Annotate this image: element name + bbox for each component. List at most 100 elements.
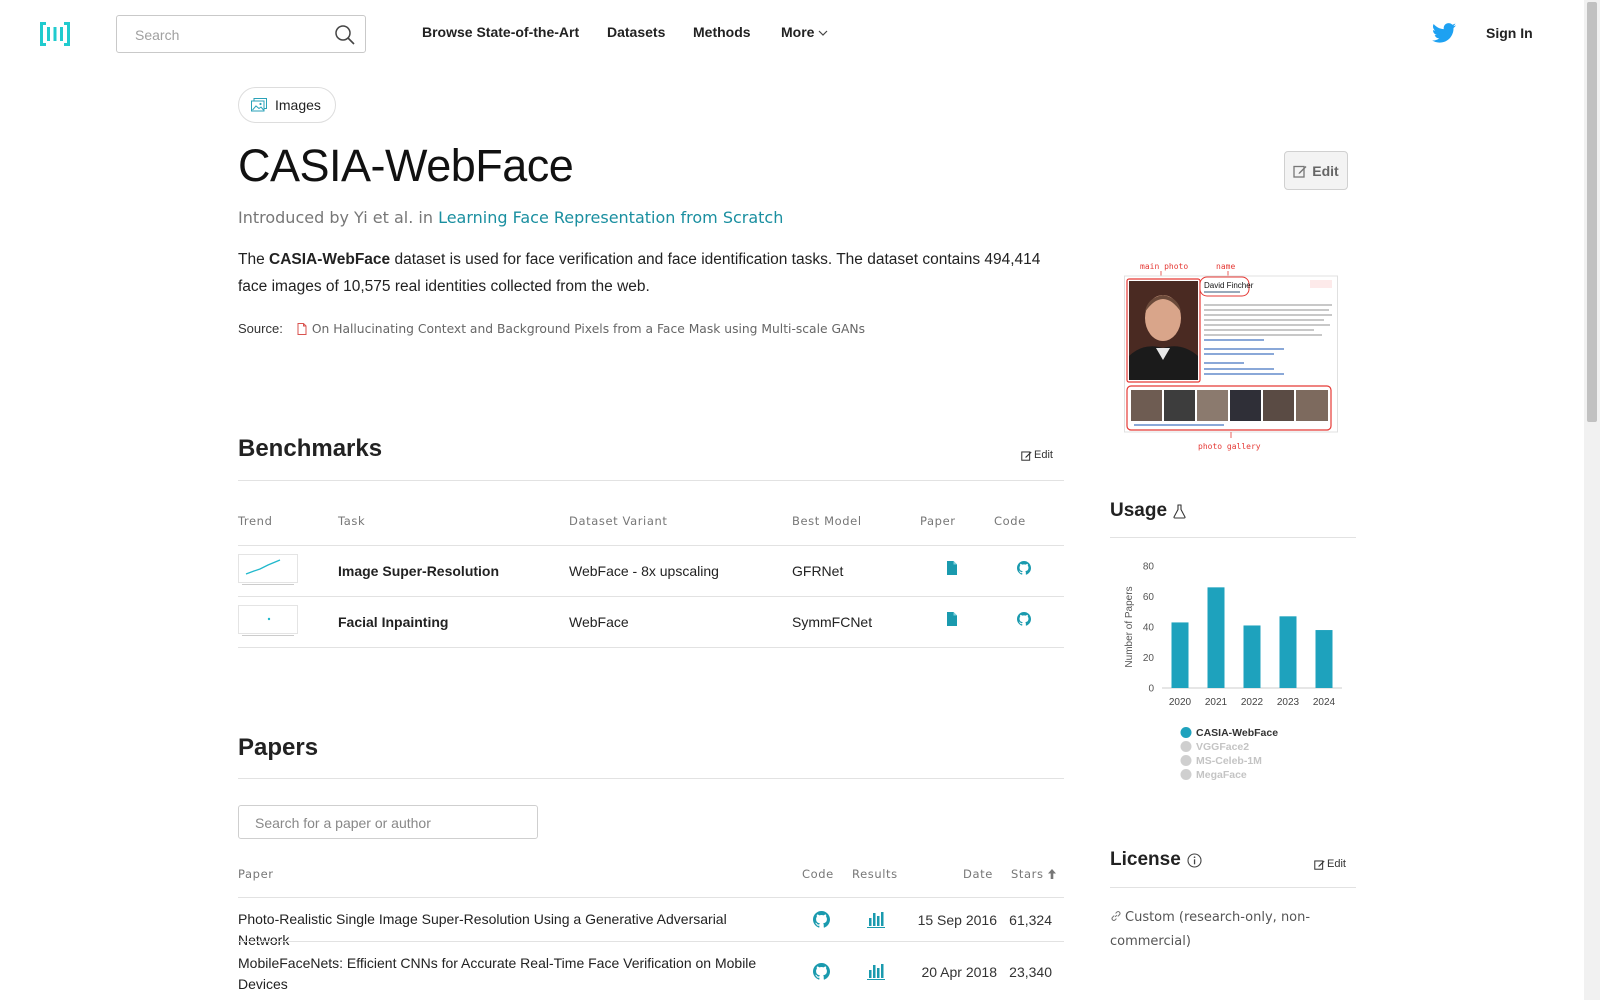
search-input[interactable] xyxy=(135,25,325,45)
legend-label: CASIA-WebFace xyxy=(1196,727,1278,739)
paper-title-link[interactable]: MobileFaceNets: Efficient CNNs for Accur… xyxy=(238,953,778,995)
usage-bar xyxy=(1315,630,1333,688)
license-value[interactable]: Custom (research-only, non-commercial) xyxy=(1110,906,1340,954)
nav-datasets[interactable]: Datasets xyxy=(607,24,665,40)
images-icon xyxy=(251,98,267,112)
benchmark-best-model[interactable]: GFRNet xyxy=(792,563,843,579)
usage-bar xyxy=(1171,622,1189,688)
paper-stars: 61,324 xyxy=(1009,912,1052,928)
license-heading: License xyxy=(1110,849,1202,871)
flask-icon xyxy=(1173,503,1186,519)
divider xyxy=(238,647,1064,648)
twitter-icon[interactable] xyxy=(1432,22,1456,44)
nav-methods[interactable]: Methods xyxy=(693,24,751,40)
site-logo-icon[interactable] xyxy=(40,20,70,48)
info-icon[interactable] xyxy=(1187,852,1202,868)
nav-more-label: More xyxy=(781,24,815,40)
divider xyxy=(1110,887,1356,888)
x-tick-label: 2021 xyxy=(1205,697,1228,708)
results-chart-icon[interactable] xyxy=(866,963,886,980)
usage-heading-label: Usage xyxy=(1110,500,1168,521)
y-tick-label: 80 xyxy=(1143,562,1155,573)
intro-prefix: Introduced by Yi et al. in xyxy=(238,208,439,227)
usage-bar xyxy=(1243,625,1261,688)
usage-bar xyxy=(1279,616,1297,688)
benchmark-variant: WebFace xyxy=(569,614,629,630)
y-tick-label: 20 xyxy=(1143,653,1155,664)
chevron-down-icon xyxy=(819,30,828,37)
paper-file-icon[interactable] xyxy=(946,612,958,626)
paper-title-link[interactable]: Photo-Realistic Single Image Super-Resol… xyxy=(238,909,778,951)
benchmark-best-model[interactable]: SymmFCNet xyxy=(792,614,872,630)
col-best-model: Best Model xyxy=(792,514,862,528)
legend-marker xyxy=(1180,727,1192,738)
x-tick-label: 2023 xyxy=(1277,697,1300,708)
paper-file-icon[interactable] xyxy=(946,561,958,575)
nav-more[interactable]: More xyxy=(781,24,828,40)
page-title: CASIA-WebFace xyxy=(238,140,574,191)
intro-line: Introduced by Yi et al. in Learning Face… xyxy=(238,208,783,227)
legend-label: VGGFace2 xyxy=(1196,741,1249,753)
sort-arrow-up-icon xyxy=(1047,869,1056,879)
divider xyxy=(238,480,1064,481)
legend-label: MS-Celeb-1M xyxy=(1196,755,1262,767)
trend-sparkline[interactable] xyxy=(238,554,298,586)
edit-dataset-button[interactable]: Edit xyxy=(1284,151,1348,190)
col-date: Date xyxy=(963,867,993,881)
benchmark-task-link[interactable]: Facial Inpainting xyxy=(338,614,448,630)
desc-dataset-name: CASIA-WebFace xyxy=(269,251,391,268)
edit-icon xyxy=(1293,165,1307,178)
col-stars[interactable]: Stars xyxy=(1011,867,1056,881)
paper-search-input[interactable] xyxy=(255,813,525,833)
dataset-description: The CASIA-WebFace dataset is used for fa… xyxy=(238,246,1068,300)
top-navbar: Browse State-of-the-Art Datasets Methods… xyxy=(0,0,1584,68)
sign-in-link[interactable]: Sign In xyxy=(1486,25,1533,41)
license-edit-button[interactable]: Edit xyxy=(1314,858,1346,870)
edit-label: Edit xyxy=(1034,449,1053,461)
link-icon xyxy=(1111,910,1121,922)
source-paper-link[interactable]: On Hallucinating Context and Background … xyxy=(297,322,865,336)
col-dataset-variant: Dataset Variant xyxy=(569,514,668,528)
usage-bar-chart[interactable]: Number of Papers 0 20 40 60 80 2020 2021 2022 202… xyxy=(1110,548,1350,788)
license-heading-label: License xyxy=(1110,849,1181,870)
col-code: Code xyxy=(994,514,1026,528)
col-results: Results xyxy=(852,867,898,881)
divider xyxy=(238,941,1064,942)
license-text: Custom (research-only, non-commercial) xyxy=(1110,910,1311,949)
dataset-sample-image[interactable]: main photo name David Fincher photo gall… xyxy=(1124,260,1338,452)
intro-paper-link[interactable]: Learning Face Representation from Scratc… xyxy=(438,208,783,227)
paper-date: 20 Apr 2018 xyxy=(921,964,997,980)
scrollbar-thumb[interactable] xyxy=(1587,2,1597,422)
divider xyxy=(238,596,1064,597)
github-icon[interactable] xyxy=(1017,561,1031,575)
benchmark-task-link[interactable]: Image Super-Resolution xyxy=(338,563,499,579)
divider xyxy=(1110,537,1356,538)
benchmarks-edit-button[interactable]: Edit xyxy=(1021,449,1053,461)
edit-icon xyxy=(1021,450,1032,461)
edit-icon xyxy=(1314,859,1325,870)
page-scrollbar[interactable] xyxy=(1584,0,1600,1000)
col-paper: Paper xyxy=(238,867,274,881)
x-tick-label: 2020 xyxy=(1169,697,1192,708)
col-stars-label: Stars xyxy=(1011,867,1044,881)
trend-sparkline[interactable] xyxy=(238,605,298,637)
paper-date: 15 Sep 2016 xyxy=(917,912,997,928)
results-chart-icon[interactable] xyxy=(866,911,886,928)
search-icon[interactable] xyxy=(334,24,356,46)
benchmarks-heading: Benchmarks xyxy=(238,435,383,462)
legend-marker xyxy=(1180,769,1192,780)
paper-search[interactable] xyxy=(238,805,538,839)
nav-browse-sota[interactable]: Browse State-of-the-Art xyxy=(422,24,579,40)
github-icon[interactable] xyxy=(813,963,830,980)
github-icon[interactable] xyxy=(813,911,830,928)
modality-tag-images[interactable]: Images xyxy=(238,87,336,123)
divider xyxy=(238,778,1064,779)
github-icon[interactable] xyxy=(1017,612,1031,626)
label-name: name xyxy=(1216,262,1235,271)
pdf-icon xyxy=(297,322,307,335)
legend-marker xyxy=(1180,755,1192,766)
site-search[interactable] xyxy=(116,15,366,53)
y-axis-label: Number of Papers xyxy=(1124,586,1135,667)
edit-label: Edit xyxy=(1312,162,1339,179)
divider xyxy=(238,897,1064,898)
